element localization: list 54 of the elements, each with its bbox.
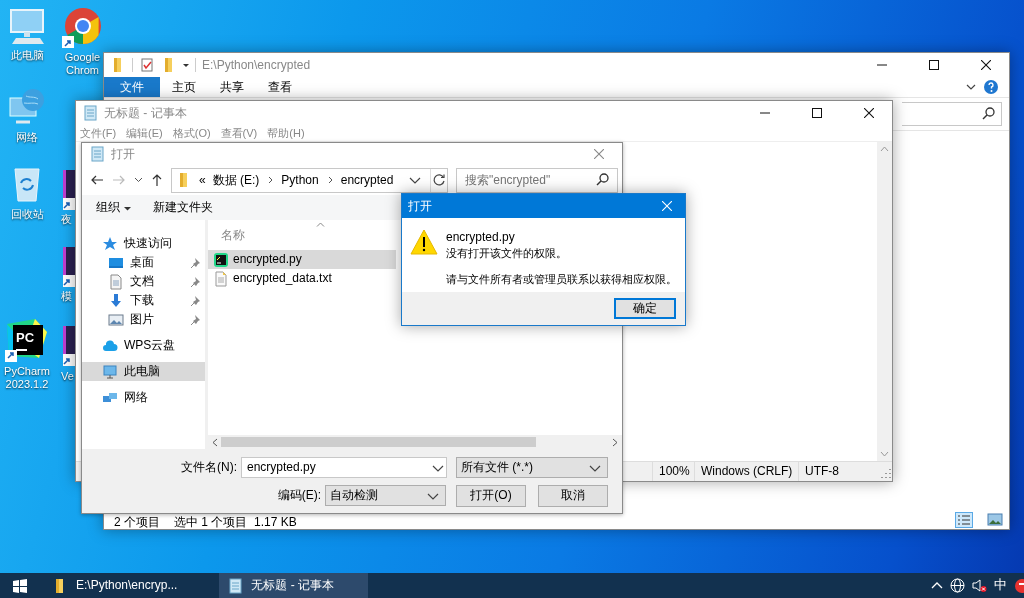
- file-name: encrypted_data.txt: [233, 271, 332, 286]
- menu-item[interactable]: 编辑(E): [126, 127, 163, 139]
- dialog-title: 打开: [408, 198, 433, 214]
- nav-item[interactable]: 图片: [82, 310, 205, 329]
- nav-item[interactable]: 文档: [82, 272, 205, 291]
- status-text: UTF-8: [798, 462, 878, 481]
- toolbar-button[interactable]: 组织: [96, 197, 131, 218]
- status-text: 2 个项目: [114, 516, 160, 528]
- address-bar[interactable]: « 数据 (E:) Python encrypted: [171, 167, 448, 193]
- ribbon-tab[interactable]: 共享: [208, 77, 256, 97]
- taskbar-button[interactable]: E:\Python\encryp...: [44, 573, 212, 598]
- ribbon-tab[interactable]: 主页: [160, 77, 208, 97]
- overflow-button[interactable]: «: [199, 172, 206, 188]
- dialog-title: 打开: [111, 146, 136, 162]
- file-row[interactable]: encrypted_data.txt: [208, 269, 396, 288]
- field-label: 编码(E):: [277, 488, 321, 503]
- window-title: 无标题 - 记事本: [104, 105, 188, 121]
- filename-field[interactable]: encrypted.py: [241, 457, 447, 478]
- search-field[interactable]: 搜索"encrypted": [456, 167, 618, 193]
- dialog-button[interactable]: 取消: [538, 484, 608, 507]
- field-label: 文件名(N):: [181, 460, 237, 475]
- status-text: 选中 1 个项目 1.17 KB: [174, 516, 298, 528]
- ime-indicator[interactable]: 中: [994, 577, 1007, 594]
- menu-item[interactable]: 文件(F): [80, 127, 117, 139]
- file-name: encrypted.py: [233, 252, 302, 267]
- error-detail: 请与文件所有者或管理员联系以获得相应权限。: [446, 271, 677, 287]
- column-header[interactable]: 名称: [221, 228, 245, 243]
- menu-item[interactable]: 帮助(H): [267, 127, 305, 139]
- nav-item[interactable]: 下载: [82, 291, 205, 310]
- pycharm-logo: PC: [5, 318, 49, 362]
- taskbar-button[interactable]: 无标题 - 记事本: [219, 573, 369, 598]
- breadcrumb-item[interactable]: encrypted: [340, 172, 394, 188]
- nav-item[interactable]: 快速访问: [82, 234, 205, 253]
- ribbon-tab[interactable]: 查看: [256, 77, 304, 97]
- file-type-dropdown[interactable]: 所有文件 (*.*): [456, 457, 608, 478]
- toolbar-button[interactable]: 新建文件夹: [153, 197, 213, 218]
- file-row[interactable]: encrypted.py: [208, 250, 396, 269]
- status-text: 100%: [652, 462, 694, 481]
- error-message: 没有打开该文件的权限。: [446, 245, 568, 260]
- menu-item[interactable]: 格式(O): [172, 127, 211, 139]
- ok-button[interactable]: 确定: [614, 298, 676, 319]
- dialog-button[interactable]: 打开(O): [456, 484, 526, 507]
- ribbon-tab[interactable]: 文件: [104, 77, 160, 97]
- nav-item[interactable]: 网络: [82, 388, 205, 407]
- window-title: E:\Python\encrypted: [202, 57, 312, 73]
- nav-item[interactable]: 此电脑: [82, 362, 205, 381]
- file-name: encrypted.py: [446, 230, 516, 246]
- encoding-dropdown[interactable]: 自动检测: [325, 485, 446, 506]
- nav-item[interactable]: 桌面: [82, 253, 205, 272]
- status-text: Windows (CRLF): [694, 462, 798, 481]
- nav-item[interactable]: WPS云盘: [82, 336, 205, 355]
- menu-item[interactable]: 查看(V): [220, 127, 258, 139]
- breadcrumb-item[interactable]: Python: [281, 172, 319, 188]
- breadcrumb-item[interactable]: 数据 (E:): [212, 172, 260, 188]
